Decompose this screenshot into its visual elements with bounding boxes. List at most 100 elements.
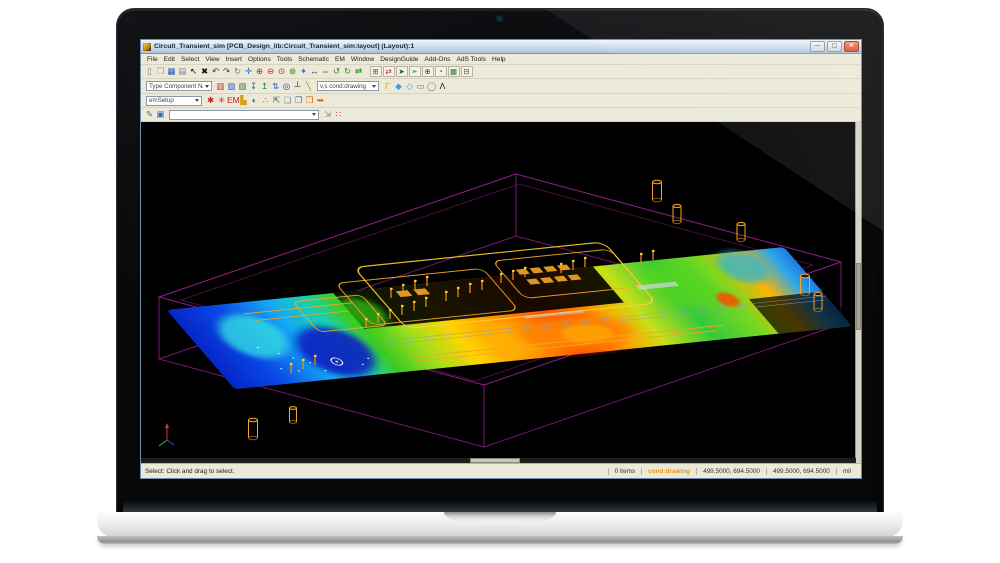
window-title: Circuit_Transient_sim [PCB_Design_lib:Ci… <box>154 43 807 50</box>
momentum-icon[interactable]: ◐ <box>249 95 260 106</box>
edit-properties-icon[interactable]: ✎ <box>144 109 155 120</box>
distribute-h-icon[interactable]: ↔ <box>309 66 320 77</box>
layout-canvas[interactable] <box>141 122 861 463</box>
zoom-area-icon[interactable]: ⊙ <box>276 66 287 77</box>
grid-toggle-icon[interactable]: ⊞ <box>370 66 382 77</box>
swap-layers-icon[interactable]: ⇄ <box>383 66 395 77</box>
zoom-out-icon[interactable]: ⊖ <box>265 66 276 77</box>
pin-snap-icon[interactable]: ⇱ <box>271 95 282 106</box>
vertical-scroll-thumb[interactable] <box>856 263 861 330</box>
menu-item[interactable]: Window <box>348 56 377 63</box>
em-setup-combo[interactable]: emSetup <box>146 96 202 106</box>
menu-item[interactable]: Insert <box>223 56 246 63</box>
horizontal-scroll-thumb[interactable] <box>470 458 520 463</box>
select-cursor-icon[interactable]: ↖ <box>188 66 199 77</box>
menu-item[interactable]: Schematic <box>295 56 332 63</box>
em-simulate-icon[interactable]: ✳ <box>216 95 227 106</box>
toolbar-secondary-icons-left: ✎▣ <box>144 109 166 120</box>
insert-pin-icon[interactable]: ◎ <box>281 81 292 92</box>
selection-filter-combo[interactable] <box>169 110 319 120</box>
insert-text-icon[interactable]: Λ <box>437 81 448 92</box>
menu-item[interactable]: Edit <box>161 56 178 63</box>
em-results-icon[interactable]: ▙ <box>238 95 249 106</box>
mesh-view-icon[interactable]: ▩ <box>448 66 460 77</box>
zoom-in-icon[interactable]: ⊕ <box>254 66 265 77</box>
view-3d-wire-icon[interactable]: ❏ <box>282 95 293 106</box>
menu-item[interactable]: Tools <box>274 56 295 63</box>
menu-item[interactable]: Select <box>178 56 202 63</box>
snap-coordinates: 499.5000, 694.5000 <box>766 468 836 475</box>
menu-item[interactable]: View <box>202 56 222 63</box>
export-3d-icon[interactable]: ➥ <box>315 95 326 106</box>
clock-step-icon[interactable]: ◔ <box>435 66 447 77</box>
component-palette-icon[interactable]: ▨ <box>226 81 237 92</box>
toolbar-main: ▯❐▦▤↖✖↶↷↻✛⊕⊖⊙⊚✦↔⇔↺↻⇄ ⊞⇄➤➣⊕◔▩⊟ <box>141 65 861 79</box>
menu-item[interactable]: EM <box>332 56 348 63</box>
menu-item[interactable]: AdS Tools <box>453 56 489 63</box>
zoom-fit-icon[interactable]: ⊚ <box>287 66 298 77</box>
move-icon[interactable]: ✛ <box>243 66 254 77</box>
axis-triad-icon <box>159 423 174 446</box>
minimize-button[interactable]: — <box>810 41 825 52</box>
rotate-ccw-icon[interactable]: ↺ <box>331 66 342 77</box>
repeat-command-icon[interactable]: ↻ <box>232 66 243 77</box>
undo-icon[interactable]: ↶ <box>210 66 221 77</box>
toolbar-secondary: ✎▣ ⇲∷ <box>141 108 861 122</box>
rotate-cw-icon[interactable]: ↻ <box>342 66 353 77</box>
canvas-horizontal-scrollbar[interactable] <box>141 458 856 463</box>
em-setup-icon[interactable]: ✱ <box>205 95 216 106</box>
toolbar-em-icons: ✱✳EM▙◐∴⇱❏❐❒➥ <box>205 95 326 106</box>
add-port-icon[interactable]: ⊕ <box>422 66 434 77</box>
insert-rectangle-icon[interactable]: ▭ <box>415 81 426 92</box>
menu-item[interactable]: DesignGuide <box>377 56 421 63</box>
insert-ground-icon[interactable]: ┴ <box>292 81 303 92</box>
laptop-screen: Circuit_Transient_sim [PCB_Design_lib:Ci… <box>116 8 884 514</box>
fly-back-icon[interactable]: ➣ <box>409 66 421 77</box>
entry-layer-combo[interactable]: v,s cond:drawing <box>317 81 379 91</box>
em-badge-icon[interactable]: EM <box>227 95 238 106</box>
open-folder-icon[interactable]: ❐ <box>155 66 166 77</box>
pop-out-icon[interactable]: ↥ <box>259 81 270 92</box>
layer-editor-icon[interactable]: ▣ <box>155 109 166 120</box>
swap-component-icon[interactable]: ⇅ <box>270 81 281 92</box>
component-name-combo[interactable]: Type Component Name <box>146 81 212 91</box>
desktop: Circuit_Transient_sim [PCB_Design_lib:Ci… <box>117 9 883 501</box>
title-bar[interactable]: Circuit_Transient_sim [PCB_Design_lib:Ci… <box>141 40 861 54</box>
view-3d-em-icon[interactable]: ❒ <box>304 95 315 106</box>
delete-icon[interactable]: ✖ <box>199 66 210 77</box>
close-button[interactable]: ✕ <box>844 41 859 52</box>
view-all-icon[interactable]: ✦ <box>298 66 309 77</box>
mesh-icon[interactable]: ∴ <box>260 95 271 106</box>
window-icon[interactable] <box>143 43 151 51</box>
component-library-icon[interactable]: ▥ <box>215 81 226 92</box>
save-icon[interactable]: ▦ <box>166 66 177 77</box>
toolbar-main-boxed-icons: ⊞⇄➤➣⊕◔▩⊟ <box>369 66 473 77</box>
insert-trace-icon[interactable]: Γ <box>382 81 393 92</box>
status-readouts: 0 items cond:drawing 499.5000, 694.5000 … <box>608 468 857 475</box>
maximize-button[interactable]: ▢ <box>827 41 842 52</box>
menu-item[interactable]: Add-Ons <box>421 56 453 63</box>
menu-item[interactable]: Help <box>489 56 509 63</box>
measure-icon[interactable]: ⇲ <box>322 109 333 120</box>
canvas-vertical-scrollbar[interactable] <box>855 122 861 458</box>
menu-item[interactable]: Options <box>245 56 274 63</box>
pcb-board-thermal-map <box>148 225 857 389</box>
sync-icon[interactable]: ⇄ <box>353 66 364 77</box>
new-file-icon[interactable]: ▯ <box>144 66 155 77</box>
snap-grid-icon[interactable]: ∷ <box>333 109 344 120</box>
view-3d-solid-icon[interactable]: ❐ <box>293 95 304 106</box>
fly-forward-icon[interactable]: ➤ <box>396 66 408 77</box>
component-history-icon[interactable]: ▧ <box>237 81 248 92</box>
insert-polyline-icon[interactable]: ◇ <box>404 81 415 92</box>
push-into-icon[interactable]: ↧ <box>248 81 259 92</box>
menu-item[interactable]: File <box>144 56 161 63</box>
distribute-v-icon[interactable]: ⇔ <box>320 66 331 77</box>
insert-line-icon[interactable]: ╲ <box>303 81 314 92</box>
insert-circle-icon[interactable]: ◯ <box>426 81 437 92</box>
toolbar-main-icons: ▯❐▦▤↖✖↶↷↻✛⊕⊖⊙⊚✦↔⇔↺↻⇄ <box>144 66 364 77</box>
collapse-icon[interactable]: ⊟ <box>461 66 473 77</box>
print-icon[interactable]: ▤ <box>177 66 188 77</box>
redo-icon[interactable]: ↷ <box>221 66 232 77</box>
window-controls: — ▢ ✕ <box>810 41 859 52</box>
insert-polygon-icon[interactable]: ◆ <box>393 81 404 92</box>
